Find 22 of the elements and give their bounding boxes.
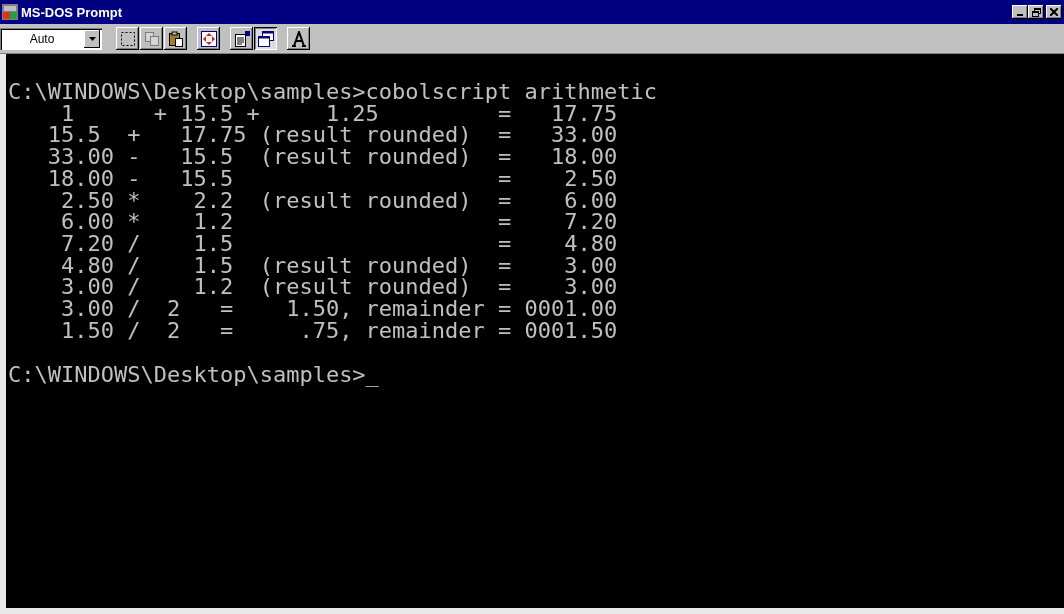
output-line: 7.20 / 1.5 = 4.80	[59, 232, 618, 255]
output-line: 33.00 - 15.5 (result rounded) = 18.00	[46, 146, 618, 168]
output-line: 6.00 * 1.2 = 7.20	[59, 211, 618, 233]
output-line: 4.80 / 1.5 (result rounded) = 3.00	[59, 254, 618, 277]
minimize-button[interactable]	[1012, 5, 1028, 19]
output-line: 2.50 * 2.2 (result rounded) = 6.00	[59, 189, 618, 212]
prompt-line: C:\WINDOWS\Desktop\samples>_	[8, 364, 379, 387]
command-line: C:\WINDOWS\Desktop\samples>cobolscript arithmetic	[8, 81, 657, 103]
caret-icon	[88, 36, 96, 41]
restore-button[interactable]	[1028, 5, 1044, 19]
window-title: MS-DOS Prompt	[21, 4, 123, 20]
output-line: 1 + 15.5 + 1.25 = 17.75	[60, 102, 618, 125]
restore-icon	[1031, 7, 1041, 17]
output-line: 3.00 / 2 = 1.50, remainder = 0001.00	[59, 298, 618, 320]
ms-dos-icon	[2, 4, 18, 20]
output-line: 3.00 / 1.2 (result rounded) = 3.00	[59, 276, 618, 299]
close-icon	[1050, 8, 1058, 16]
output-line: 18.00 - 15.5 = 2.50	[46, 167, 618, 190]
output-line: 15.5 + 17.75 (result rounded) = 33.00	[46, 124, 618, 147]
output-line: 1.50 / 2 = .75, remainder = 0001.50	[59, 319, 618, 342]
font-size-dropdown[interactable]: Auto	[0, 27, 102, 50]
close-button[interactable]	[1046, 5, 1062, 19]
